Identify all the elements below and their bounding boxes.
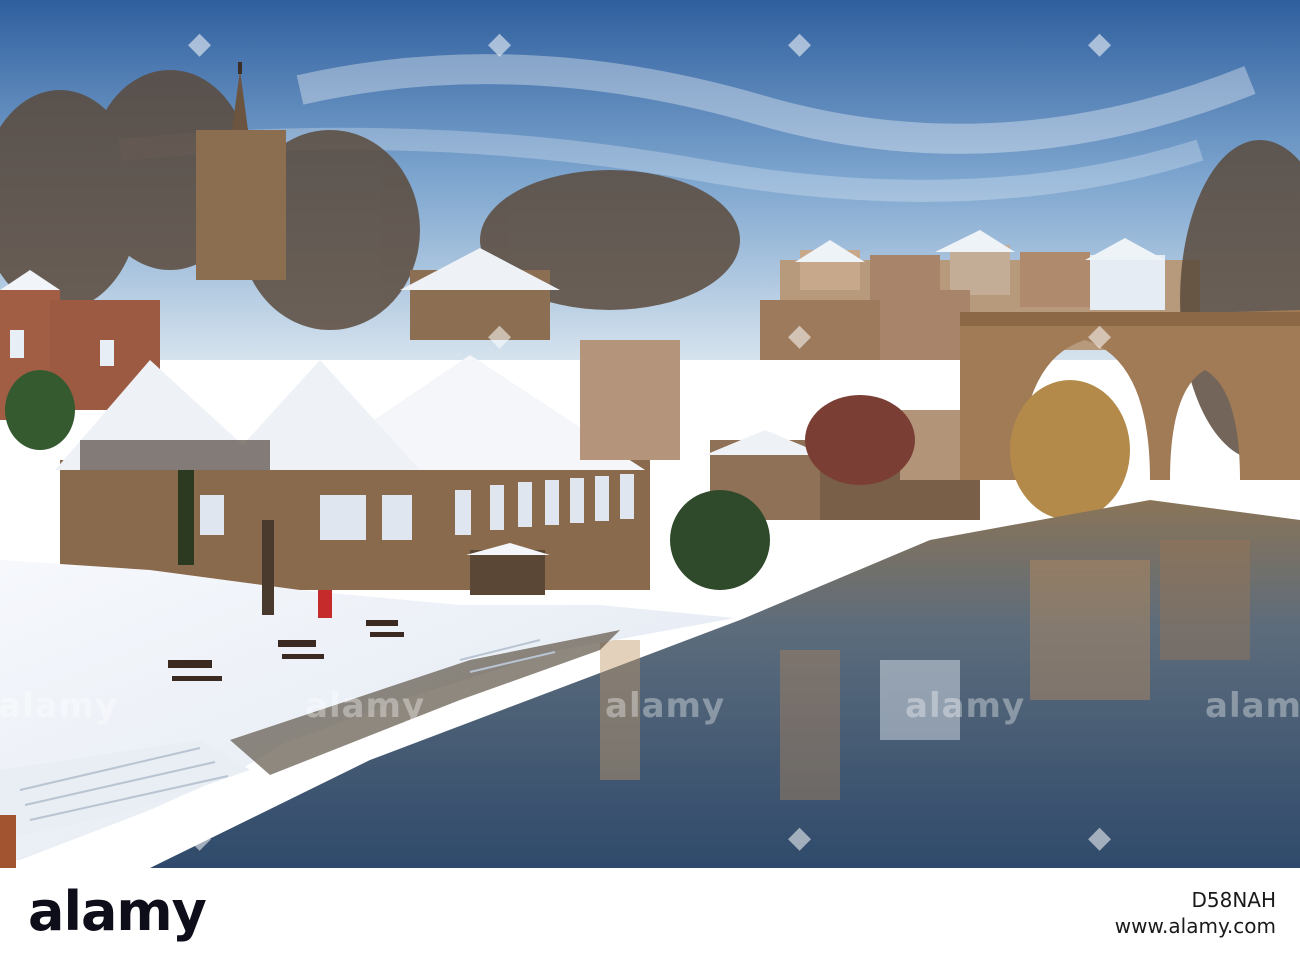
boathouse [55,355,650,595]
image-id: D58NAH [1191,888,1276,912]
winter-river-scene [0,0,1300,868]
photo: ◆ ◆ ◆ ◆ ◆ ◆ ◆ alamy alamy alamy alamy al… [0,0,1300,868]
cypress-tree [178,470,194,565]
stock-photo-frame: ◆ ◆ ◆ ◆ ◆ ◆ ◆ alamy alamy alamy alamy al… [0,0,1300,956]
wall-post [0,815,16,868]
lifebuoy-stand [318,590,332,618]
tree-trunk [262,520,274,615]
site-url[interactable]: www.alamy.com [1115,914,1276,938]
alamy-logo[interactable]: alamy [28,880,207,943]
